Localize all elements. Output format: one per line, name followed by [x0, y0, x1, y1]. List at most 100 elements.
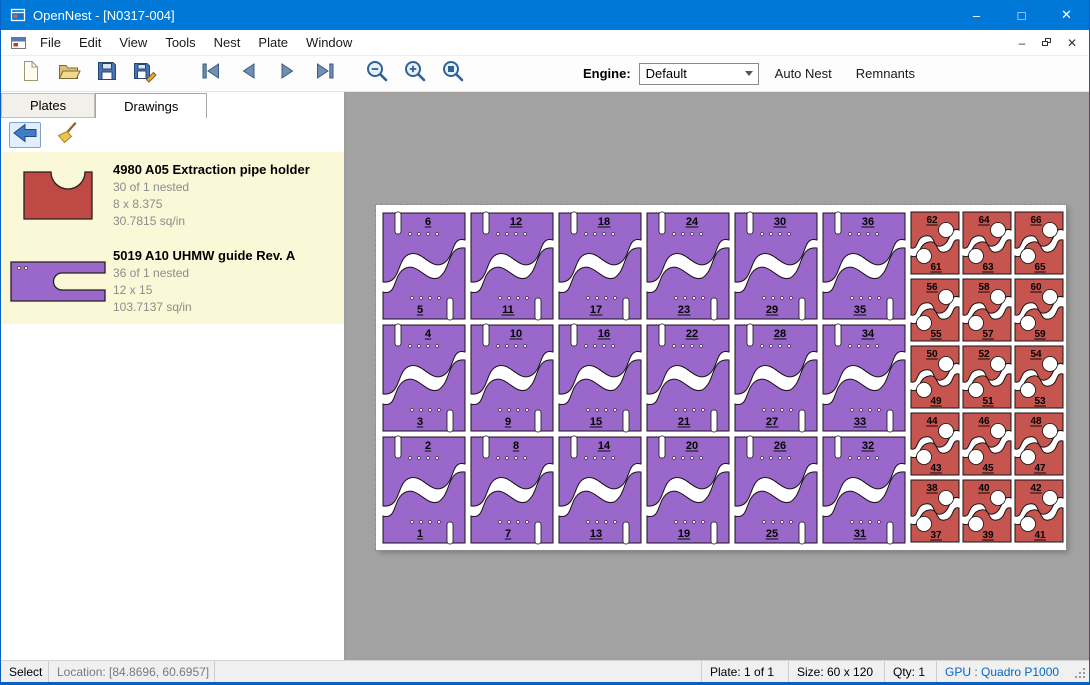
red-part-pair[interactable]: 5655 [911, 279, 959, 341]
previous-plate-button[interactable] [233, 60, 265, 88]
zoom-fit-button[interactable] [437, 60, 469, 88]
save-as-icon [132, 59, 158, 88]
part-number: 53 [1034, 396, 1046, 407]
part-number: 60 [1030, 282, 1042, 293]
part-number: 14 [598, 440, 611, 452]
left-arrow-icon [12, 122, 38, 149]
new-button[interactable] [15, 60, 47, 88]
chevron-down-icon [745, 71, 753, 76]
engine-value: Default [646, 66, 745, 81]
menu-view[interactable]: View [110, 31, 156, 54]
part-number: 40 [978, 483, 990, 494]
purple-part-pair[interactable]: 2423 [647, 212, 729, 320]
red-part-pair[interactable]: 6463 [963, 212, 1011, 274]
previous-arrow-icon [237, 59, 261, 88]
red-part-pair[interactable]: 4241 [1015, 480, 1063, 542]
last-plate-button[interactable] [309, 60, 341, 88]
mdi-restore-button[interactable] [1038, 35, 1056, 51]
maximize-button[interactable]: □ [999, 0, 1044, 30]
part-number: 64 [978, 215, 990, 226]
red-part-pair[interactable]: 5049 [911, 346, 959, 408]
drawing-size: 8 x 8.375 [113, 197, 338, 211]
purple-part-pair[interactable]: 1817 [559, 212, 641, 320]
purple-part-pair[interactable]: 21 [383, 436, 465, 544]
save-button[interactable] [91, 60, 123, 88]
engine-label: Engine: [583, 66, 631, 81]
purple-part-pair[interactable]: 87 [471, 436, 553, 544]
menu-window[interactable]: Window [297, 31, 361, 54]
red-part-pair[interactable]: 4847 [1015, 413, 1063, 475]
red-part-pair[interactable]: 5857 [963, 279, 1011, 341]
purple-part-pair[interactable]: 2221 [647, 324, 729, 432]
drawings-panel: Plates Drawings 4980 A05 Extraction pipe… [1, 92, 346, 660]
part-number: 48 [1030, 416, 1042, 427]
red-part-pair[interactable]: 5453 [1015, 346, 1063, 408]
part-number: 9 [505, 416, 511, 428]
menu-plate[interactable]: Plate [249, 31, 297, 54]
red-part-pair[interactable]: 4039 [963, 480, 1011, 542]
menu-tools[interactable]: Tools [156, 31, 204, 54]
part-number: 18 [598, 216, 610, 228]
drawing-list-item[interactable]: 5019 A10 UHMW guide Rev. A 36 of 1 neste… [1, 238, 344, 324]
first-plate-button[interactable] [195, 60, 227, 88]
red-part-pair[interactable]: 6665 [1015, 212, 1063, 274]
red-part-pair[interactable]: 6261 [911, 212, 959, 274]
mdi-minimize-button[interactable]: – [1013, 35, 1031, 51]
purple-part-pair[interactable]: 2625 [735, 436, 817, 544]
save-as-button[interactable] [129, 60, 161, 88]
tab-drawings[interactable]: Drawings [95, 93, 207, 118]
purple-part-pair[interactable]: 43 [383, 324, 465, 432]
nest-canvas[interactable]: 6512111817242330293635431091615222128273… [346, 92, 1089, 660]
purple-part-pair[interactable]: 2019 [647, 436, 729, 544]
red-part-pair[interactable]: 3837 [911, 480, 959, 542]
purple-part-pair[interactable]: 1615 [559, 324, 641, 432]
next-plate-button[interactable] [271, 60, 303, 88]
zoom-fit-icon [441, 59, 465, 88]
red-part-pair[interactable]: 6059 [1015, 279, 1063, 341]
purple-part-pair[interactable]: 3433 [823, 324, 905, 432]
menu-nest[interactable]: Nest [205, 31, 250, 54]
titlebar: OpenNest - [N0317-004] – □ ✕ [1, 0, 1089, 30]
purple-part-pair[interactable]: 10 9 [471, 324, 553, 432]
part-number: 28 [774, 328, 786, 340]
clean-button[interactable] [51, 122, 83, 148]
red-part-pair[interactable]: 5251 [963, 346, 1011, 408]
auto-nest-button[interactable]: Auto Nest [767, 61, 840, 86]
drawing-list: 4980 A05 Extraction pipe holder 30 of 1 … [1, 152, 344, 324]
part-number: 38 [926, 483, 938, 494]
drawing-nested: 36 of 1 nested [113, 266, 338, 280]
purple-part-pair[interactable]: 14 13 [559, 436, 641, 544]
tab-plates[interactable]: Plates [1, 93, 95, 118]
purple-part-pair[interactable]: 1211 [471, 212, 553, 320]
purple-part-pair[interactable]: 2827 [735, 324, 817, 432]
next-arrow-icon [275, 59, 299, 88]
part-number: 1 [417, 528, 423, 540]
menu-edit[interactable]: Edit [70, 31, 110, 54]
close-button[interactable]: ✕ [1044, 0, 1089, 30]
send-to-nest-button[interactable] [9, 122, 41, 148]
mdi-close-button[interactable]: ✕ [1063, 35, 1081, 51]
part-number: 41 [1034, 530, 1046, 541]
red-part-pair[interactable]: 4443 [911, 413, 959, 475]
menu-file[interactable]: File [31, 31, 70, 54]
red-part-pair[interactable]: 4645 [963, 413, 1011, 475]
drawing-list-item[interactable]: 4980 A05 Extraction pipe holder 30 of 1 … [1, 152, 344, 238]
purple-part-pair[interactable]: 3029 [735, 212, 817, 320]
purple-part-pair[interactable]: 3231 [823, 436, 905, 544]
part-number: 17 [590, 304, 602, 316]
part-number: 57 [982, 329, 994, 340]
part-number: 13 [590, 528, 602, 540]
zoom-out-button[interactable] [361, 60, 393, 88]
remnants-button[interactable]: Remnants [848, 61, 923, 86]
part-number: 29 [766, 304, 778, 316]
engine-dropdown[interactable]: Default [639, 63, 759, 85]
open-button[interactable] [53, 60, 85, 88]
zoom-in-button[interactable] [399, 60, 431, 88]
purple-part-pair[interactable]: 65 [383, 212, 465, 320]
part-number: 43 [930, 463, 942, 474]
drawing-nested: 30 of 1 nested [113, 180, 338, 194]
resize-grip[interactable] [1075, 668, 1085, 678]
purple-part-pair[interactable]: 3635 [823, 212, 905, 320]
minimize-button[interactable]: – [954, 0, 999, 30]
part-number: 10 [510, 328, 522, 340]
